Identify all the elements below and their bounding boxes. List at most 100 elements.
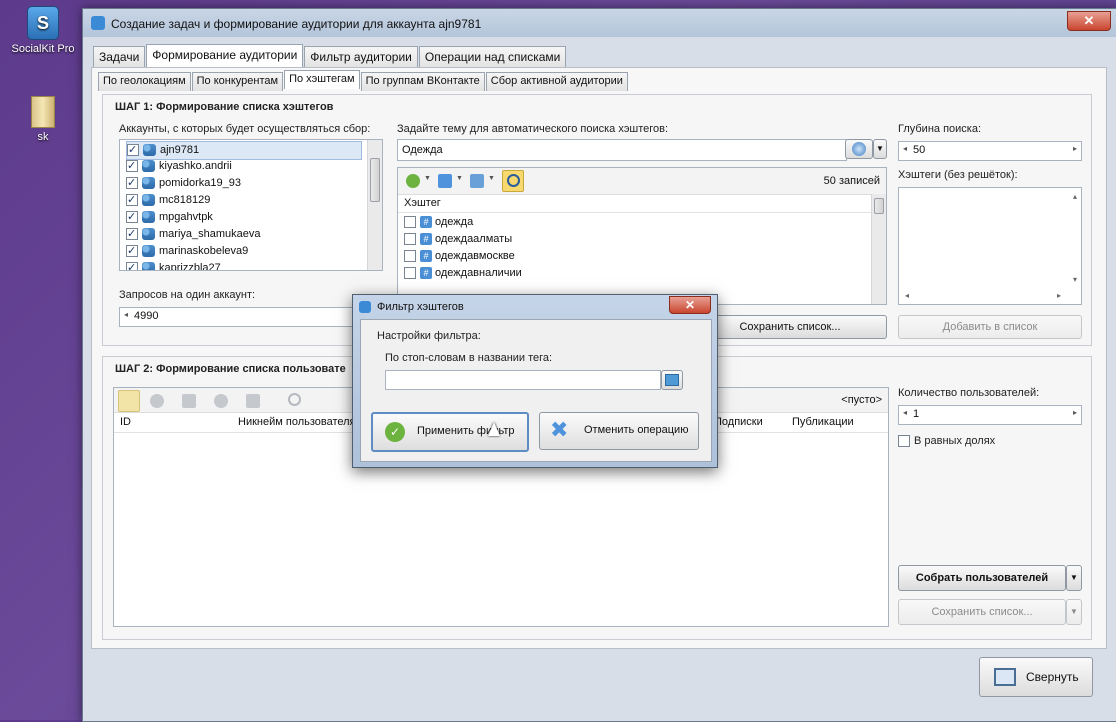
checkbox[interactable] — [404, 267, 416, 280]
checkbox[interactable] — [404, 216, 416, 229]
column-header-posts[interactable]: Публикации — [792, 416, 854, 428]
collect-dropdown-button[interactable]: ▼ — [1066, 565, 1082, 591]
chevron-down-icon[interactable]: ▼ — [424, 175, 431, 182]
checkbox[interactable] — [126, 226, 138, 243]
add-to-list-button[interactable]: Добавить в список — [898, 315, 1082, 339]
hashtag-icon: # — [420, 233, 432, 246]
table-row[interactable]: # одеждавналичии — [404, 265, 522, 282]
desktop-icon-label: SocialKit Pro — [11, 43, 75, 55]
tab-list-operations[interactable]: Операции над списками — [418, 46, 567, 68]
dialog-close-button[interactable]: ✕ — [669, 296, 711, 314]
hashtags-textarea[interactable]: ◂ ▸ ▴ ▾ — [898, 187, 1082, 305]
checkbox[interactable] — [126, 243, 138, 260]
list-item[interactable]: kiyashko.andrii — [126, 158, 232, 175]
title-bar[interactable]: Создание задач и формирование аудитории … — [83, 9, 1116, 37]
arrow-left-icon[interactable]: ◂ — [903, 408, 907, 417]
checkbox[interactable] — [126, 260, 138, 270]
list-item[interactable]: pomidorka19_93 — [126, 175, 241, 192]
apply-filter-button[interactable]: ✓ Применить фильтр — [371, 412, 529, 452]
table-row[interactable]: # одеждавмоскве — [404, 248, 515, 265]
close-button[interactable]: ✕ — [1067, 11, 1111, 31]
scroll-thumb[interactable] — [370, 158, 380, 202]
tab-geolocation[interactable]: По геолокациям — [98, 72, 191, 91]
checkbox[interactable] — [404, 250, 416, 263]
tab-hashtags[interactable]: По хэштегам — [284, 70, 360, 89]
depth-label: Глубина поиска: — [898, 123, 982, 135]
list-item[interactable]: mpgahvtpk — [126, 209, 213, 226]
chevron-down-icon: ▼ — [876, 144, 884, 153]
checkbox[interactable] — [126, 192, 138, 209]
cancel-operation-button[interactable]: ✖ Отменить операцию — [539, 412, 699, 450]
arrow-right-icon[interactable]: ▸ — [1073, 408, 1077, 417]
collect-users-button[interactable]: Собрать пользователей — [898, 565, 1066, 591]
checkbox[interactable] — [126, 158, 138, 175]
users-count-spinner[interactable]: ◂ 1 ▸ — [898, 405, 1082, 425]
depth-spinner[interactable]: ◂ 50 ▸ — [898, 141, 1082, 161]
column-header-subscriptions[interactable]: Подписки — [714, 416, 763, 428]
table-row[interactable]: # одежда — [404, 214, 473, 231]
arrow-left-icon[interactable]: ◂ — [124, 310, 128, 319]
save-hashtags-button[interactable]: Сохранить список... — [693, 315, 887, 339]
hashtag-header[interactable]: Хэштег — [398, 194, 886, 213]
minimize-button[interactable]: Свернуть — [979, 657, 1093, 697]
tab-vk-groups[interactable]: По группам ВКонтакте — [360, 72, 485, 91]
users-icon[interactable] — [118, 390, 140, 412]
account-name: pomidorka19_93 — [159, 177, 241, 189]
check-icon[interactable] — [150, 394, 164, 408]
tab-competitors[interactable]: По конкурентам — [191, 72, 284, 91]
save-dropdown-button[interactable]: ▼ — [1066, 599, 1082, 625]
search-topic-button[interactable] — [845, 139, 873, 159]
sk-folder-desktop-icon[interactable]: sk — [8, 96, 78, 143]
account-name: ajn9781 — [160, 144, 200, 156]
search-icon — [507, 174, 520, 187]
stopwords-browse-button[interactable] — [661, 370, 683, 390]
hashtag-icon: # — [420, 216, 432, 229]
chevron-down-icon[interactable]: ▼ — [488, 175, 495, 182]
arrow-right-icon[interactable]: ▸ — [1057, 291, 1061, 300]
tab-audience-forming[interactable]: Формирование аудитории — [146, 44, 304, 69]
accounts-list[interactable]: ajn9781 kiyashko.andrii pomidorka19_93 m… — [119, 139, 383, 271]
save-users-button[interactable]: Сохранить список... — [898, 599, 1066, 625]
list-item[interactable]: kaprizzbla27 — [126, 260, 221, 270]
checkbox[interactable] — [127, 142, 139, 159]
checkbox[interactable] — [126, 175, 138, 192]
search-icon[interactable] — [288, 393, 301, 406]
list-item[interactable]: mariya_shamukaeva — [126, 226, 261, 243]
chevron-down-icon[interactable]: ▼ — [456, 175, 463, 182]
topic-input[interactable]: Одежда — [397, 139, 847, 161]
tab-active-audience[interactable]: Сбор активной аудитории — [485, 72, 628, 91]
scroll-thumb[interactable] — [874, 198, 884, 214]
checkbox[interactable] — [898, 435, 910, 448]
delete-icon[interactable] — [438, 174, 452, 188]
column-header-nickname[interactable]: Никнейм пользователя — [238, 416, 356, 428]
column-header-id[interactable]: ID — [120, 416, 131, 428]
list-item[interactable]: marinaskobeleva9 — [126, 243, 248, 260]
arrow-up-icon[interactable]: ▴ — [1073, 192, 1077, 201]
checkbox[interactable] — [404, 233, 416, 246]
hashtags-scrollbar[interactable] — [871, 194, 886, 304]
requests-spinner[interactable]: ◂ 4990 — [119, 307, 383, 327]
socialkit-desktop-icon[interactable]: S SocialKit Pro — [8, 6, 78, 55]
hashtags-toolbar: ▼ ▼ ▼ 50 записей — [398, 168, 886, 195]
equal-shares-option[interactable]: В равных долях — [898, 435, 995, 448]
topic-value: Одежда — [402, 144, 443, 156]
arrow-down-icon[interactable]: ▾ — [1073, 275, 1077, 284]
arrow-right-icon[interactable]: ▸ — [1073, 144, 1077, 153]
tab-audience-filter[interactable]: Фильтр аудитории — [304, 46, 418, 68]
list-item[interactable]: mc818129 — [126, 192, 210, 209]
stopwords-input[interactable] — [385, 370, 661, 390]
accounts-scrollbar[interactable] — [367, 140, 382, 270]
arrow-left-icon[interactable]: ◂ — [903, 144, 907, 153]
tab-tasks[interactable]: Задачи — [93, 46, 146, 68]
table-row[interactable]: # одеждаалматы — [404, 231, 512, 248]
copy-icon[interactable] — [470, 174, 484, 188]
socialkit-app-icon: S — [27, 6, 59, 40]
check-icon[interactable] — [406, 174, 420, 188]
copy-icon[interactable] — [246, 394, 260, 408]
checkbox[interactable] — [126, 209, 138, 226]
arrow-left-icon[interactable]: ◂ — [905, 291, 909, 300]
refresh-icon[interactable] — [214, 394, 228, 408]
search-button[interactable] — [502, 170, 524, 192]
delete-icon[interactable] — [182, 394, 196, 408]
topic-dropdown-button[interactable]: ▼ — [873, 139, 887, 159]
